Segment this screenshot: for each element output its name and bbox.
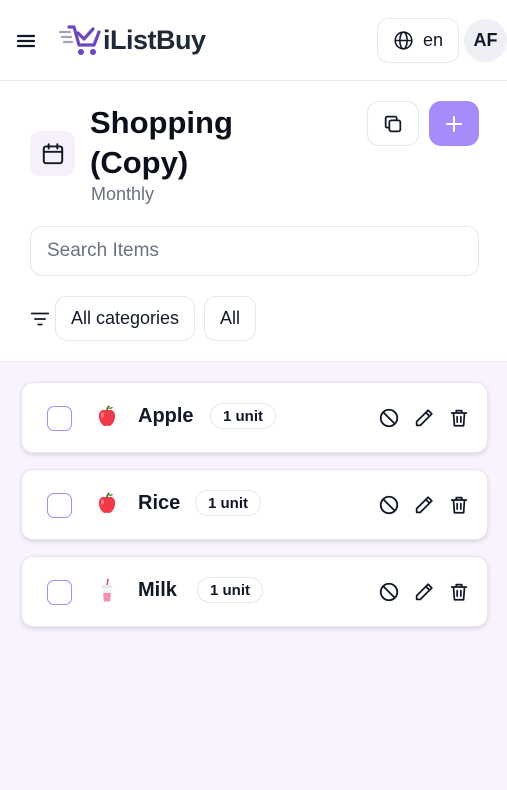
calendar-icon-badge bbox=[30, 131, 75, 176]
plus-icon bbox=[446, 115, 462, 132]
item-name: Apple bbox=[138, 405, 194, 427]
duplicate-list-button[interactable] bbox=[367, 101, 419, 146]
edit-icon[interactable] bbox=[413, 581, 435, 603]
language-button[interactable]: en bbox=[377, 18, 459, 63]
block-icon[interactable] bbox=[378, 494, 400, 516]
page-title: Shopping (Copy) bbox=[90, 105, 233, 180]
trash-icon[interactable] bbox=[448, 407, 470, 429]
list-item[interactable]: Apple 1 unit bbox=[21, 382, 488, 453]
copy-icon bbox=[384, 115, 402, 132]
item-name: Milk bbox=[138, 579, 177, 601]
trash-icon[interactable] bbox=[448, 581, 470, 603]
trash-icon[interactable] bbox=[448, 494, 470, 516]
block-icon[interactable] bbox=[378, 407, 400, 429]
block-icon[interactable] bbox=[378, 581, 400, 603]
milk-cup-icon bbox=[101, 578, 113, 602]
apple-icon bbox=[98, 492, 116, 514]
app-logo[interactable]: iListBuy bbox=[58, 22, 206, 58]
calendar-icon bbox=[42, 142, 63, 164]
globe-icon bbox=[394, 31, 413, 50]
apple-icon bbox=[98, 405, 116, 427]
item-checkbox[interactable] bbox=[47, 580, 72, 605]
language-label: en bbox=[422, 30, 444, 50]
unit-badge: 1 unit bbox=[197, 577, 263, 603]
edit-icon[interactable] bbox=[413, 494, 435, 516]
menu-icon[interactable] bbox=[14, 29, 38, 53]
cart-logo-icon bbox=[58, 25, 101, 55]
app-name: iListBuy bbox=[103, 24, 206, 55]
list-item[interactable]: Rice 1 unit bbox=[21, 469, 488, 540]
edit-icon[interactable] bbox=[413, 407, 435, 429]
avatar[interactable]: AF bbox=[464, 19, 507, 62]
item-checkbox[interactable] bbox=[47, 493, 72, 518]
add-item-button[interactable] bbox=[429, 101, 479, 146]
list-item[interactable]: Milk 1 unit bbox=[21, 556, 488, 627]
unit-badge: 1 unit bbox=[195, 490, 261, 516]
search-input[interactable] bbox=[30, 226, 479, 276]
top-bar: iListBuy en AF bbox=[0, 0, 507, 81]
item-name: Rice bbox=[138, 492, 181, 514]
list-frequency: Monthly bbox=[91, 184, 155, 204]
item-checkbox[interactable] bbox=[47, 406, 72, 431]
status-filter-chip[interactable]: All bbox=[204, 296, 257, 341]
category-filter-chip[interactable]: All categories bbox=[55, 296, 196, 341]
filter-icon[interactable] bbox=[29, 308, 51, 330]
unit-badge: 1 unit bbox=[210, 403, 276, 429]
